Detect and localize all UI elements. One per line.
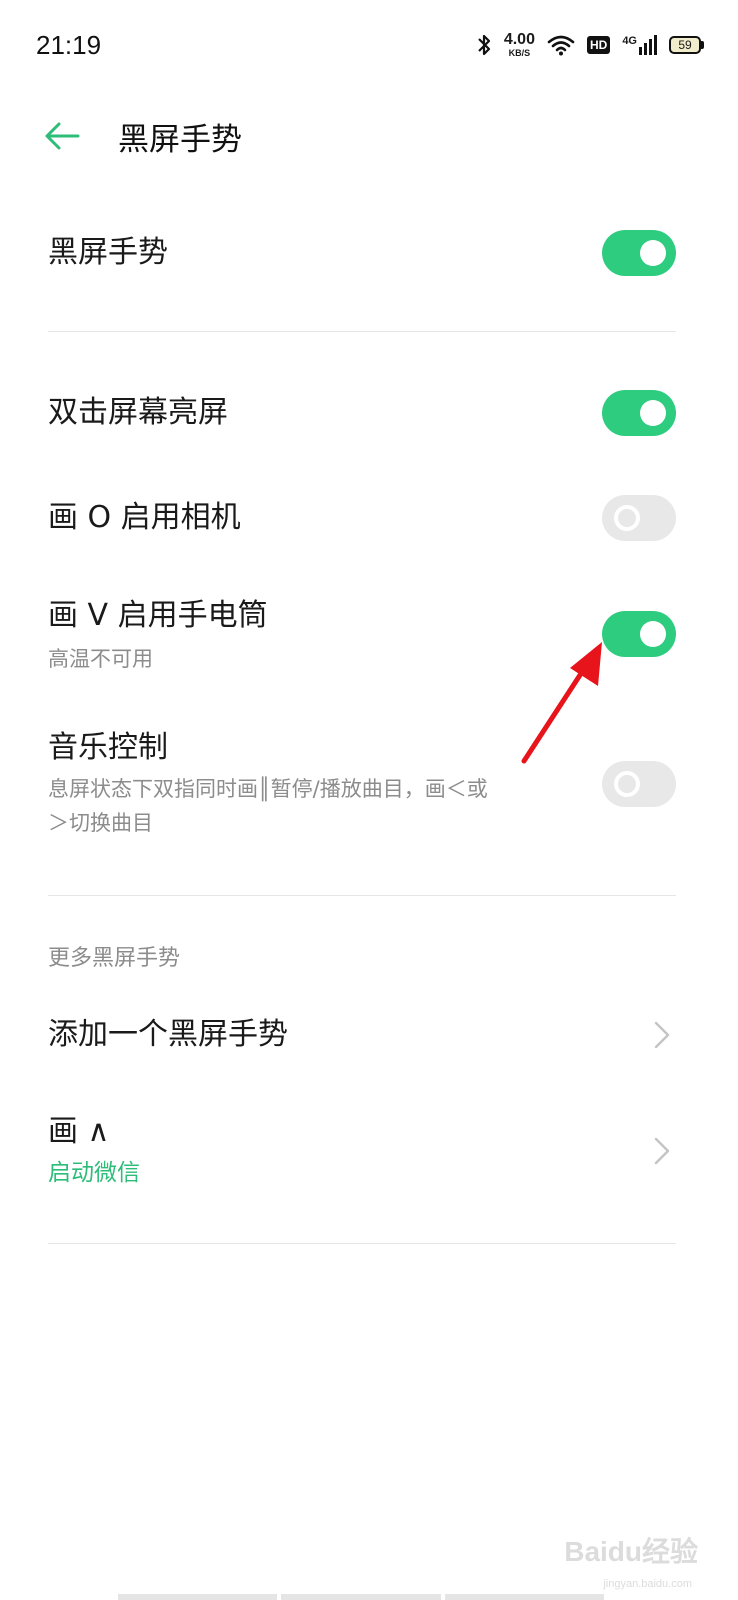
wifi-icon	[547, 35, 575, 56]
battery-level: 59	[678, 38, 692, 52]
setting-sub-music-line1: 息屏状态下双指同时画║暂停/播放曲目，画＜或	[48, 777, 488, 801]
divider	[48, 331, 676, 332]
add-gesture-row[interactable]: 添加一个黑屏手势	[48, 1012, 676, 1058]
page-title: 黑屏手势	[118, 122, 242, 158]
custom-gesture-row[interactable]: 画 ∧ 启动微信	[48, 1112, 676, 1196]
net-speed-value: 4.00	[503, 31, 535, 48]
signal-bars-icon	[639, 35, 657, 55]
status-bar: 21:19 4.00 KB/S HD 4G 59	[0, 0, 738, 90]
toggle-master[interactable]	[602, 230, 676, 276]
setting-row-music[interactable]: 音乐控制 息屏状态下双指同时画║暂停/播放曲目，画＜或 ＞切换曲目	[48, 728, 676, 848]
setting-row-double-tap[interactable]: 双击屏幕亮屏	[48, 390, 676, 436]
toggle-double-tap[interactable]	[602, 390, 676, 436]
chevron-right-icon	[654, 1137, 670, 1165]
add-gesture-label: 添加一个黑屏手势	[48, 1017, 288, 1052]
network-type: 4G	[622, 35, 637, 47]
setting-row-master[interactable]: 黑屏手势	[48, 230, 676, 276]
battery-icon: 59	[669, 36, 704, 54]
baidu-watermark-url: jingyan.baidu.com	[603, 1578, 692, 1590]
back-arrow-icon	[45, 122, 80, 150]
setting-sub-music-line2: ＞切换曲目	[48, 811, 153, 835]
toggle-draw-o[interactable]	[602, 495, 676, 541]
setting-label-draw-v: 画 V 启用手电筒	[48, 598, 268, 633]
setting-label-double-tap: 双击屏幕亮屏	[48, 395, 228, 430]
hd-badge: HD	[586, 36, 611, 54]
cellular-signal: 4G	[622, 35, 657, 55]
gesture-nav-bar[interactable]	[118, 1594, 604, 1600]
setting-label-draw-o: 画 O 启用相机	[48, 500, 241, 535]
status-icons: 4.00 KB/S HD 4G 59	[476, 30, 704, 60]
net-speed-unit: KB/S	[508, 48, 531, 58]
setting-row-draw-v[interactable]: 画 V 启用手电筒 高温不可用	[48, 596, 676, 680]
setting-sub-draw-v: 高温不可用	[48, 647, 153, 671]
app-header: 黑屏手势	[0, 100, 738, 172]
bluetooth-icon	[478, 34, 490, 56]
setting-row-draw-o[interactable]: 画 O 启用相机	[48, 495, 676, 541]
status-time: 21:19	[36, 30, 102, 60]
toggle-music[interactable]	[602, 761, 676, 807]
custom-gesture-label: 画 ∧	[48, 1114, 110, 1149]
chevron-right-icon	[654, 1021, 670, 1049]
back-button[interactable]	[40, 114, 84, 158]
toggle-draw-v[interactable]	[602, 611, 676, 657]
baidu-watermark: Baidu经验	[564, 1536, 698, 1567]
setting-label-master: 黑屏手势	[48, 235, 168, 270]
divider	[48, 895, 676, 896]
section-header-more: 更多黑屏手势	[48, 946, 181, 971]
net-speed: 4.00 KB/S	[504, 32, 535, 58]
setting-label-music: 音乐控制	[48, 730, 168, 765]
custom-gesture-sub: 启动微信	[48, 1160, 140, 1186]
divider	[48, 1243, 676, 1244]
